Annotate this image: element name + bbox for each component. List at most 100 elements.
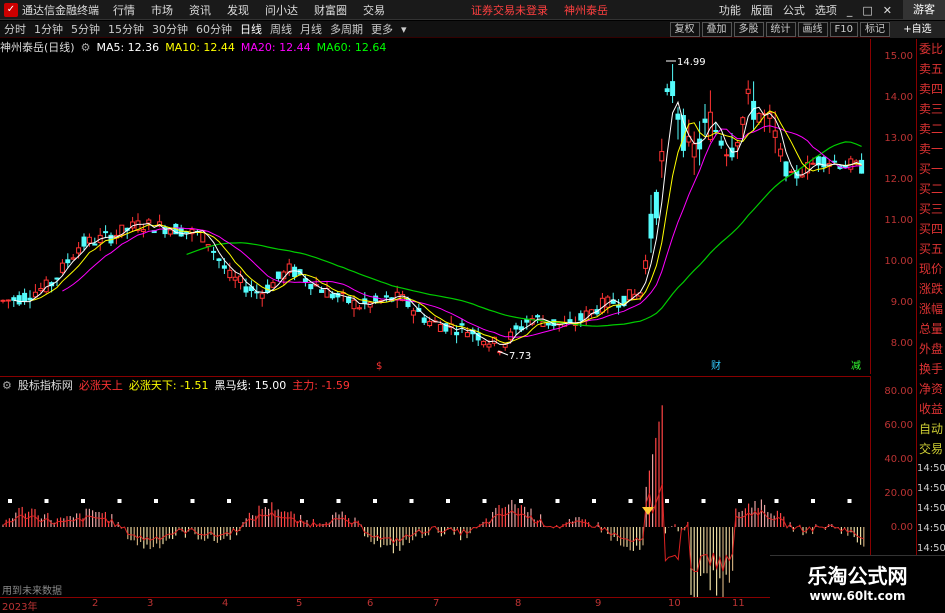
period-1min[interactable]: 1分钟	[30, 21, 67, 37]
side-item[interactable]: 涨幅	[917, 299, 945, 319]
watermark-url: www.60lt.com	[809, 589, 906, 603]
minimize-icon[interactable]: _	[842, 4, 858, 17]
multi-stock-button[interactable]: 多股	[733, 22, 764, 37]
adjust-button[interactable]: 复权	[669, 22, 700, 37]
auto-button[interactable]: 自动	[917, 419, 945, 439]
reference-dot	[336, 499, 341, 503]
side-item[interactable]: 总量	[917, 319, 945, 339]
period-monthly[interactable]: 月线	[296, 21, 326, 37]
watermark-title: 乐淘公式网	[807, 564, 908, 588]
menu-quotes[interactable]: 行情	[105, 2, 143, 18]
candle-body	[259, 293, 265, 299]
candle-body	[16, 295, 22, 305]
period-multi[interactable]: 多周期	[326, 21, 367, 37]
side-item[interactable]: 现价	[917, 259, 945, 279]
period-15min[interactable]: 15分钟	[104, 21, 148, 37]
settings-icon[interactable]: ⚙	[81, 41, 91, 54]
close-icon[interactable]: ✕	[878, 4, 897, 17]
period-30min[interactable]: 30分钟	[148, 21, 192, 37]
reference-dot	[81, 499, 85, 503]
trade-button[interactable]: 交易	[917, 439, 945, 459]
draw-button[interactable]: 画线	[797, 22, 828, 37]
period-more[interactable]: 更多	[367, 21, 397, 37]
ma60-label: MA60: 12.64	[316, 40, 387, 54]
menu-ask[interactable]: 问小达	[257, 2, 306, 18]
overlay-button[interactable]: 叠加	[701, 22, 732, 37]
time-label: 14:50	[917, 503, 945, 514]
date-tick: 2023年	[2, 602, 38, 613]
side-item[interactable]: 买一	[917, 159, 945, 179]
period-intraday[interactable]: 分时	[0, 21, 30, 37]
period-daily[interactable]: 日线	[236, 21, 266, 37]
settings-icon[interactable]: ⚙	[2, 379, 12, 392]
menu-trade[interactable]: 交易	[355, 2, 393, 18]
side-item[interactable]: 买四	[917, 219, 945, 239]
candle-body	[697, 138, 703, 150]
ind-tick: 20.00	[884, 488, 913, 499]
candle-body	[653, 191, 659, 219]
guest-button[interactable]: 游客	[903, 0, 945, 20]
side-item[interactable]: 净资	[917, 379, 945, 399]
menu-formula[interactable]: 公式	[778, 2, 810, 18]
candle-body	[0, 299, 6, 302]
menu-wealth[interactable]: 财富圈	[306, 2, 355, 18]
side-item[interactable]: 收益	[917, 399, 945, 419]
side-item[interactable]: 外盘	[917, 339, 945, 359]
candle-body	[778, 148, 784, 157]
period-5min[interactable]: 5分钟	[67, 21, 104, 37]
indicator-chart[interactable]: ⚙ 股标指标网 必涨天上 必涨天下: -1.51 黑马线: 15.00 主力: …	[0, 376, 870, 597]
menu-options[interactable]: 选项	[810, 2, 842, 18]
period-60min[interactable]: 60分钟	[192, 21, 236, 37]
f10-button[interactable]: F10	[829, 22, 858, 37]
candle-body	[329, 293, 335, 299]
menu-news[interactable]: 资讯	[181, 2, 219, 18]
candle-body	[76, 247, 82, 254]
trade-status[interactable]: 证券交易未登录	[463, 2, 556, 18]
period-weekly[interactable]: 周线	[266, 21, 296, 37]
menu-function[interactable]: 功能	[714, 2, 746, 18]
price-tick: 15.00	[884, 51, 913, 62]
side-item[interactable]: 涨跌	[917, 279, 945, 299]
menu-discover[interactable]: 发现	[219, 2, 257, 18]
candle-body	[216, 258, 222, 261]
price-axis: 15.00 14.00 13.00 12.00 11.00 10.00 9.00…	[870, 39, 915, 374]
stats-button[interactable]: 统计	[765, 22, 796, 37]
add-watchlist-button[interactable]: +自选	[890, 21, 945, 38]
maximize-icon[interactable]: □	[857, 4, 877, 17]
menu-layout[interactable]: 版面	[746, 2, 778, 18]
indicator-label-2: 必涨天下: -1.51	[128, 379, 209, 392]
side-item[interactable]: 卖四	[917, 79, 945, 99]
date-tick: 11	[732, 598, 745, 609]
candlestick-chart[interactable]: 神州泰岳(日线) ⚙ MA5: 12.36 MA10: 12.44 MA20: …	[0, 39, 870, 374]
side-item[interactable]: 卖一	[917, 139, 945, 159]
candle-body	[227, 269, 233, 279]
date-tick: 7	[433, 598, 440, 609]
side-item[interactable]: 买三	[917, 199, 945, 219]
reference-dot	[446, 499, 450, 503]
reference-dots	[8, 499, 852, 503]
reference-dot	[701, 499, 706, 503]
indicator-line	[2, 483, 864, 573]
candle-body	[70, 257, 76, 260]
price-tick: 12.00	[884, 174, 913, 185]
candle-body	[648, 213, 654, 239]
candle-body	[535, 315, 541, 318]
candle-body	[508, 331, 514, 340]
chart-header: 神州泰岳(日线) ⚙ MA5: 12.36 MA10: 12.44 MA20: …	[0, 39, 392, 55]
candle-body	[270, 282, 276, 288]
reference-dot	[592, 499, 596, 503]
price-tick: 9.00	[890, 297, 913, 308]
side-item[interactable]: 买五	[917, 239, 945, 259]
chevron-down-icon[interactable]: ▾	[397, 23, 411, 36]
side-item[interactable]: 卖三	[917, 99, 945, 119]
menu-market[interactable]: 市场	[143, 2, 181, 18]
side-item[interactable]: 买二	[917, 179, 945, 199]
mark-button[interactable]: 标记	[860, 22, 890, 37]
candle-body	[567, 319, 573, 323]
reference-dot	[811, 499, 815, 503]
side-item[interactable]: 换手	[917, 359, 945, 379]
side-item[interactable]: 卖二	[917, 119, 945, 139]
side-item[interactable]: 卖五	[917, 59, 945, 79]
side-item[interactable]: 委比	[917, 39, 945, 59]
candle-body	[691, 143, 697, 158]
